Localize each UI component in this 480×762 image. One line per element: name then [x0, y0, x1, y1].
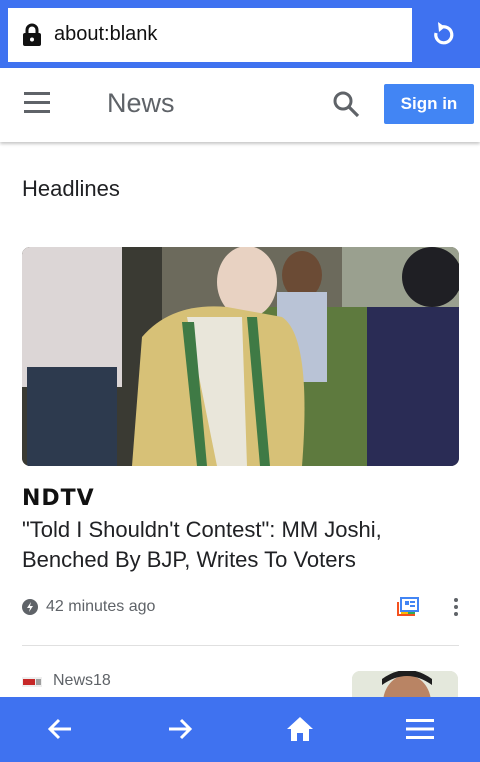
hamburger-menu-icon — [406, 719, 434, 739]
browser-bottom-toolbar — [0, 697, 480, 762]
lock-icon — [23, 23, 41, 46]
arrow-left-icon — [47, 718, 71, 740]
browser-menu-button[interactable] — [400, 709, 440, 749]
hamburger-menu-icon[interactable] — [24, 92, 50, 114]
back-button[interactable] — [40, 709, 80, 749]
url-field[interactable]: about:blank — [8, 8, 412, 62]
browser-url-bar: about:blank — [0, 0, 480, 68]
sign-in-button[interactable]: Sign in — [384, 84, 474, 124]
source-logo-ndtv[interactable]: NDTV — [22, 486, 95, 511]
full-coverage-icon[interactable] — [397, 597, 419, 617]
arrow-right-icon — [169, 718, 193, 740]
article-image[interactable] — [22, 247, 459, 466]
source-logo-news18 — [22, 677, 42, 687]
clock-icon — [22, 599, 38, 615]
forward-button[interactable] — [160, 709, 200, 749]
article-time: 42 minutes ago — [46, 598, 156, 615]
news-header: News Sign in — [0, 68, 480, 142]
reload-icon — [434, 22, 454, 45]
search-icon[interactable] — [332, 90, 360, 118]
more-vert-icon[interactable] — [446, 596, 466, 618]
url-text[interactable]: about:blank — [54, 23, 157, 46]
home-button[interactable] — [280, 709, 320, 749]
reload-button[interactable] — [414, 8, 472, 62]
divider — [22, 645, 459, 646]
home-icon — [287, 717, 313, 741]
article-headline[interactable]: "Told I Shouldn't Contest": MM Joshi, Be… — [22, 515, 442, 575]
article-meta: 42 minutes ago — [22, 595, 155, 619]
section-title: Headlines — [22, 176, 120, 201]
app-title[interactable]: News — [107, 88, 175, 119]
article-source[interactable]: News18 — [53, 672, 111, 690]
photo-illustration — [22, 247, 459, 466]
